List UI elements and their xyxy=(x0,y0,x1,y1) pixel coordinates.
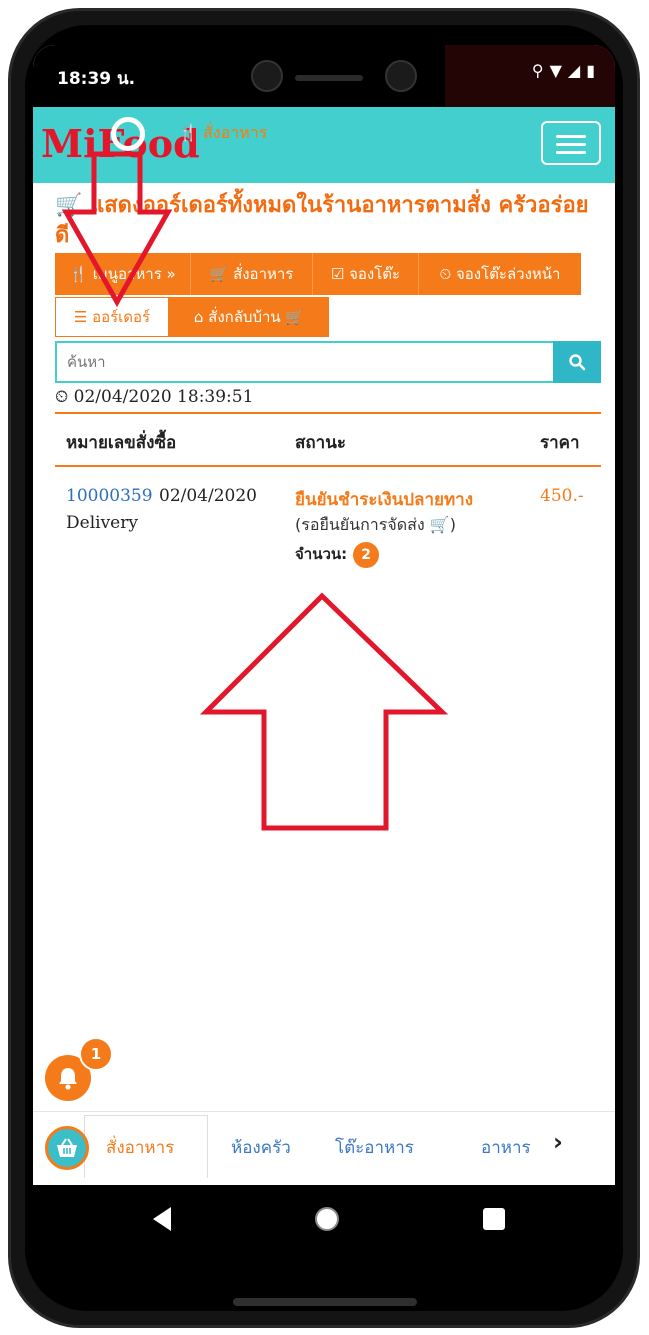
tab-takeaway[interactable]: ⌂ สั่งกลับบ้าน 🛒 xyxy=(169,297,329,337)
earpiece-speaker xyxy=(295,75,363,81)
bottom-nav-order-food[interactable]: สั่งอาหาร xyxy=(106,1134,174,1161)
cutlery-icon: 🍴 xyxy=(178,123,198,142)
column-header-order-number: หมายเลขสั่งซื้อ xyxy=(66,433,177,453)
basket-icon xyxy=(57,1138,77,1157)
home-icon: ⌂ xyxy=(193,308,209,326)
table-header-divider xyxy=(55,465,601,467)
tab-food-menu[interactable]: 🍴 เมนูอาหาร » xyxy=(55,253,191,295)
order-quantity: จำนวน: 2 xyxy=(295,542,380,568)
tab-takeaway-label: สั่งกลับบ้าน xyxy=(208,308,281,326)
order-price: 450.- xyxy=(540,486,584,506)
search-button[interactable] xyxy=(553,341,601,383)
order-status-sub: (รอยืนยันการจัดส่ง 🛒) xyxy=(295,515,456,534)
cutlery-icon: 🍴 xyxy=(69,265,93,283)
tab-advance-reservation-label: จองโต๊ะล่วงหน้า xyxy=(455,265,561,283)
search-bar xyxy=(55,341,601,383)
front-camera-icon xyxy=(251,60,283,92)
phone-bottom-speaker xyxy=(233,1298,417,1306)
tab-reserve-table-label: จองโต๊ะ xyxy=(349,265,401,283)
cart-icon: 🛒 xyxy=(429,515,450,534)
hamburger-menu-button[interactable] xyxy=(541,121,601,165)
table-top-divider xyxy=(55,412,601,414)
order-type: Delivery xyxy=(66,513,138,533)
bottom-nav-kitchen[interactable]: ห้องครัว xyxy=(231,1134,291,1161)
bottom-navigation: สั่งอาหาร ห้องครัว โต๊ะอาหาร อาหาร › xyxy=(33,1111,615,1185)
tab-reserve-table[interactable]: ☑ จองโต๊ะ xyxy=(313,253,419,295)
back-icon[interactable] xyxy=(153,1207,171,1231)
current-datetime: ⏲ 02/04/2020 18:39:51 xyxy=(55,387,253,407)
notification-count-badge: 1 xyxy=(79,1037,113,1071)
order-date: 02/04/2020 xyxy=(159,486,257,506)
column-header-price: ราคา xyxy=(540,433,580,453)
status-icons: ⚲▼◢▮ xyxy=(532,61,601,80)
search-input[interactable] xyxy=(55,341,553,383)
nav-order-food-label: สั่งอาหาร xyxy=(203,123,268,142)
cart-icon: 🛒 xyxy=(280,308,305,326)
tab-orders[interactable]: ☰ ออร์เดอร์ xyxy=(55,297,169,337)
wifi-icon: ▼ xyxy=(549,61,568,80)
order-id-link[interactable]: 10000359 xyxy=(66,486,153,506)
app-screen: 18:39 น. ⚲▼◢▮ MiFood 🍴 สั่งอาหาร 🛒 แสดงอ… xyxy=(33,45,615,1185)
home-button-icon[interactable] xyxy=(315,1207,339,1231)
cart-icon: 🛒 xyxy=(55,193,83,218)
brand-logo-circle xyxy=(111,117,145,151)
status-time: 18:39 น. xyxy=(57,69,136,89)
signal-icon: ◢ xyxy=(567,61,587,80)
tab-orders-label: ออร์เดอร์ xyxy=(92,308,151,326)
battery-icon: ▮ xyxy=(586,61,601,80)
sub-tabs: ☰ ออร์เดอร์ ⌂ สั่งกลับบ้าน 🛒 xyxy=(55,297,329,337)
nav-order-food-link[interactable]: 🍴 สั่งอาหาร xyxy=(178,121,267,146)
tab-order-food-label: สั่งอาหาร xyxy=(233,265,294,283)
quantity-badge: 2 xyxy=(353,542,380,568)
top-navbar: MiFood 🍴 สั่งอาหาร xyxy=(33,107,615,183)
page-title: 🛒 แสดงออร์เดอร์ทั้งหมดในร้านอาหารตามสั่ง… xyxy=(55,191,600,251)
clock-icon: ⏲ xyxy=(55,387,74,407)
chevron-right-icon[interactable]: › xyxy=(553,1128,563,1156)
cart-icon: 🛒 xyxy=(209,265,234,283)
list-icon: ☰ xyxy=(73,308,93,326)
tab-advance-reservation[interactable]: ⏲ จองโต๊ะล่วงหน้า xyxy=(419,253,581,295)
quantity-label: จำนวน: xyxy=(295,545,348,563)
basket-button[interactable] xyxy=(45,1126,89,1170)
bell-icon xyxy=(59,1068,77,1090)
bottom-nav-food[interactable]: อาหาร xyxy=(481,1134,531,1161)
check-square-icon: ☑ xyxy=(330,265,350,283)
order-status-sub-text: (รอยืนยันการจัดส่ง xyxy=(295,515,425,534)
page-title-text: แสดงออร์เดอร์ทั้งหมดในร้านอาหารตามสั่ง ค… xyxy=(55,193,589,248)
menu-tabs: 🍴 เมนูอาหาร » 🛒 สั่งอาหาร ☑ จองโต๊ะ ⏲ จอ… xyxy=(55,253,581,295)
search-icon xyxy=(569,354,586,371)
status-bar: 18:39 น. ⚲▼◢▮ xyxy=(33,45,615,107)
datetime-text: 02/04/2020 18:39:51 xyxy=(73,387,254,407)
order-status: ยืนยันชำระเงินปลายทาง xyxy=(295,490,474,510)
tab-food-menu-label: เมนูอาหาร » xyxy=(92,265,176,283)
system-navigation-bar xyxy=(33,1185,615,1257)
column-header-status: สถานะ xyxy=(295,433,346,453)
recent-apps-icon[interactable] xyxy=(483,1208,505,1230)
bottom-nav-tables[interactable]: โต๊ะอาหาร xyxy=(335,1134,414,1161)
tab-order-food[interactable]: 🛒 สั่งอาหาร xyxy=(191,253,313,295)
sensor-icon xyxy=(385,60,417,92)
clock-icon: ⏲ xyxy=(439,265,456,283)
location-icon: ⚲ xyxy=(531,61,550,80)
